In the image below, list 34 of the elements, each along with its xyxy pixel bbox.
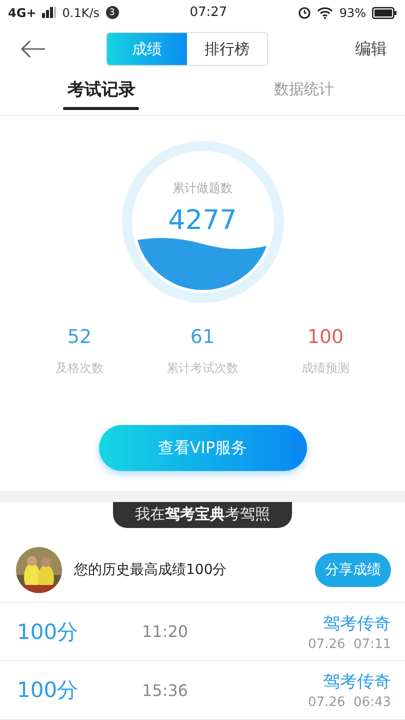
score: 100分 [17,618,80,646]
vip-service-button[interactable]: 查看VIP服务 [98,425,306,472]
tab[interactable]: 数据统计 [202,73,405,116]
record-date: 07.26 07:11 [308,636,391,652]
wifi-icon [317,6,334,19]
stat-value: 61 [190,326,215,348]
clock: 07:27 [190,5,228,20]
best-score-text: 您的历史最高成绩100分 [74,560,227,579]
question-count: 4277 [168,205,237,236]
gauge-label: 累计做题数 [172,180,232,198]
edit-button[interactable]: 编辑 [355,38,387,60]
signal-icon [42,7,56,18]
stat-label: 累计考试次数 [166,360,238,378]
stat-value: 52 [67,326,92,348]
share-score-button[interactable]: 分享成绩 [315,552,391,587]
segment-tab[interactable]: 成绩 [107,33,187,66]
notification-badge: 3 [106,6,119,20]
battery-level: 93% [339,6,366,20]
record-title: 驾考传奇 [323,671,391,694]
slogan-banner: 我在驾考宝典考驾照 [113,502,292,528]
score: 100分 [17,677,80,704]
tab[interactable]: 考试记录 [0,73,202,116]
duration: 15:36 [142,680,188,700]
stat-label: 及格次数 [56,360,104,378]
duration: 11:20 [142,622,188,642]
stat-value: 100 [307,326,344,348]
record-date: 07.26 06:43 [308,695,391,710]
network-type: 4G+ [8,6,36,20]
record-title: 驾考传奇 [323,612,391,635]
alarm-icon [298,6,312,20]
back-arrow-icon[interactable] [20,40,46,58]
stat-label: 成绩预测 [302,360,350,378]
battery-icon [372,6,397,19]
network-speed: 0.1K/s [62,6,100,20]
